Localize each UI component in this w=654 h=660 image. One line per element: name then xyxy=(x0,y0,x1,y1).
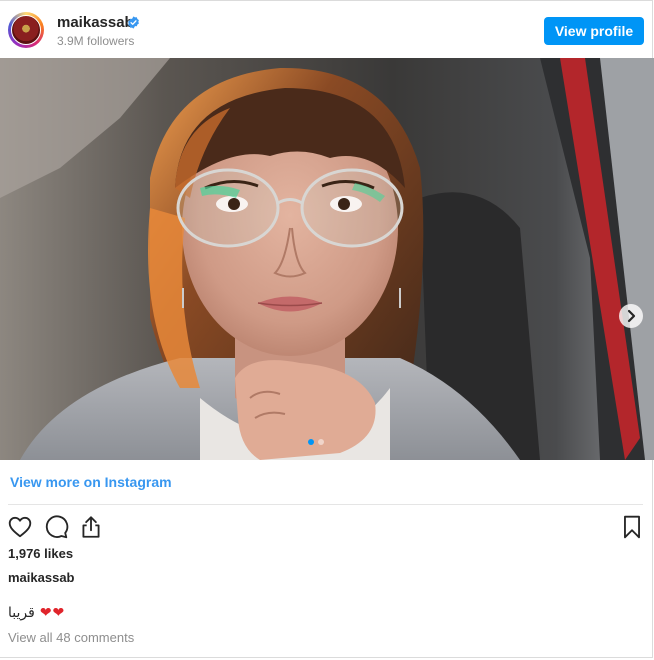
view-profile-button[interactable]: View profile xyxy=(544,17,644,45)
heart-icon xyxy=(8,516,32,538)
post-header: maikassab 3.9M followers View profile xyxy=(0,1,653,58)
action-bar xyxy=(0,509,654,543)
carousel-dot xyxy=(318,439,324,445)
comment-button[interactable] xyxy=(42,513,70,541)
heart-emoji: ❤ xyxy=(39,604,52,620)
bookmark-icon xyxy=(624,515,640,539)
follower-count: 3.9M followers xyxy=(57,34,135,48)
like-button[interactable] xyxy=(6,513,34,541)
verified-badge-icon xyxy=(128,16,139,29)
chevron-right-icon xyxy=(627,309,636,323)
divider xyxy=(8,504,643,505)
username[interactable]: maikassab xyxy=(57,14,134,31)
comment-icon xyxy=(45,515,69,539)
view-more-on-instagram-link[interactable]: View more on Instagram xyxy=(10,474,172,490)
caption-text: قريبا xyxy=(8,604,35,620)
heart-emoji: ❤ xyxy=(52,604,65,620)
carousel-dot xyxy=(308,439,314,445)
caption: قريبا ❤ ❤ xyxy=(8,604,64,621)
avatar[interactable] xyxy=(8,12,44,48)
carousel-next-button[interactable] xyxy=(619,304,643,328)
like-count[interactable]: 1,976 likes xyxy=(8,546,73,561)
instagram-embed-card: maikassab 3.9M followers View profile Vi… xyxy=(0,0,654,658)
view-all-comments-link[interactable]: View all 48 comments xyxy=(8,630,134,645)
caption-username[interactable]: maikassab xyxy=(8,570,75,585)
avatar-image xyxy=(11,15,41,45)
post-image[interactable] xyxy=(0,58,654,460)
carousel-indicator xyxy=(308,439,324,445)
share-button[interactable] xyxy=(77,513,105,541)
post-photo xyxy=(0,58,654,460)
save-button[interactable] xyxy=(618,513,646,541)
share-icon xyxy=(82,516,100,538)
